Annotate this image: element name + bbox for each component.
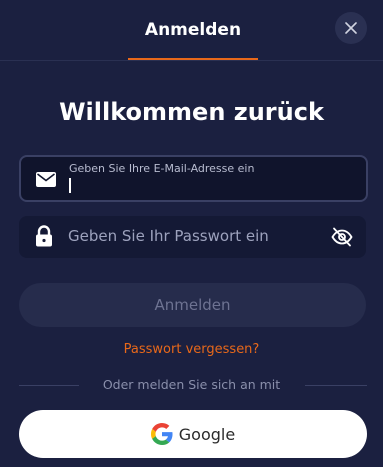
close-icon [345, 22, 357, 34]
login-button[interactable]: Anmelden [19, 283, 366, 327]
lock-icon [33, 225, 55, 247]
forgot-password-link[interactable]: Passwort vergessen? [0, 342, 383, 357]
text-caret [69, 178, 71, 193]
eye-off-icon [331, 227, 353, 247]
mail-icon [35, 169, 57, 189]
modal-header: Anmelden [0, 0, 383, 61]
google-icon [150, 423, 173, 445]
tab-login-label: Anmelden [144, 19, 242, 40]
tab-active-indicator [128, 58, 258, 60]
page-title: Willkommen zurück [59, 98, 324, 126]
email-field-label: Geben Sie Ihre E-Mail-Adresse ein [69, 162, 255, 175]
divider-right [305, 385, 367, 386]
password-field[interactable]: Geben Sie Ihr Passwort ein [19, 216, 366, 258]
password-placeholder: Geben Sie Ihr Passwort ein [68, 227, 269, 245]
google-login-label: Google [178, 424, 236, 444]
google-login-button[interactable]: Google [19, 410, 367, 458]
password-visibility-toggle[interactable] [330, 225, 354, 249]
email-field[interactable]: Geben Sie Ihre E-Mail-Adresse ein [19, 155, 368, 202]
tab-login[interactable]: Anmelden [128, 0, 258, 60]
close-button[interactable] [335, 12, 367, 44]
login-modal: Anmelden Willkommen zurück Geben Sie Ihr… [0, 0, 383, 467]
